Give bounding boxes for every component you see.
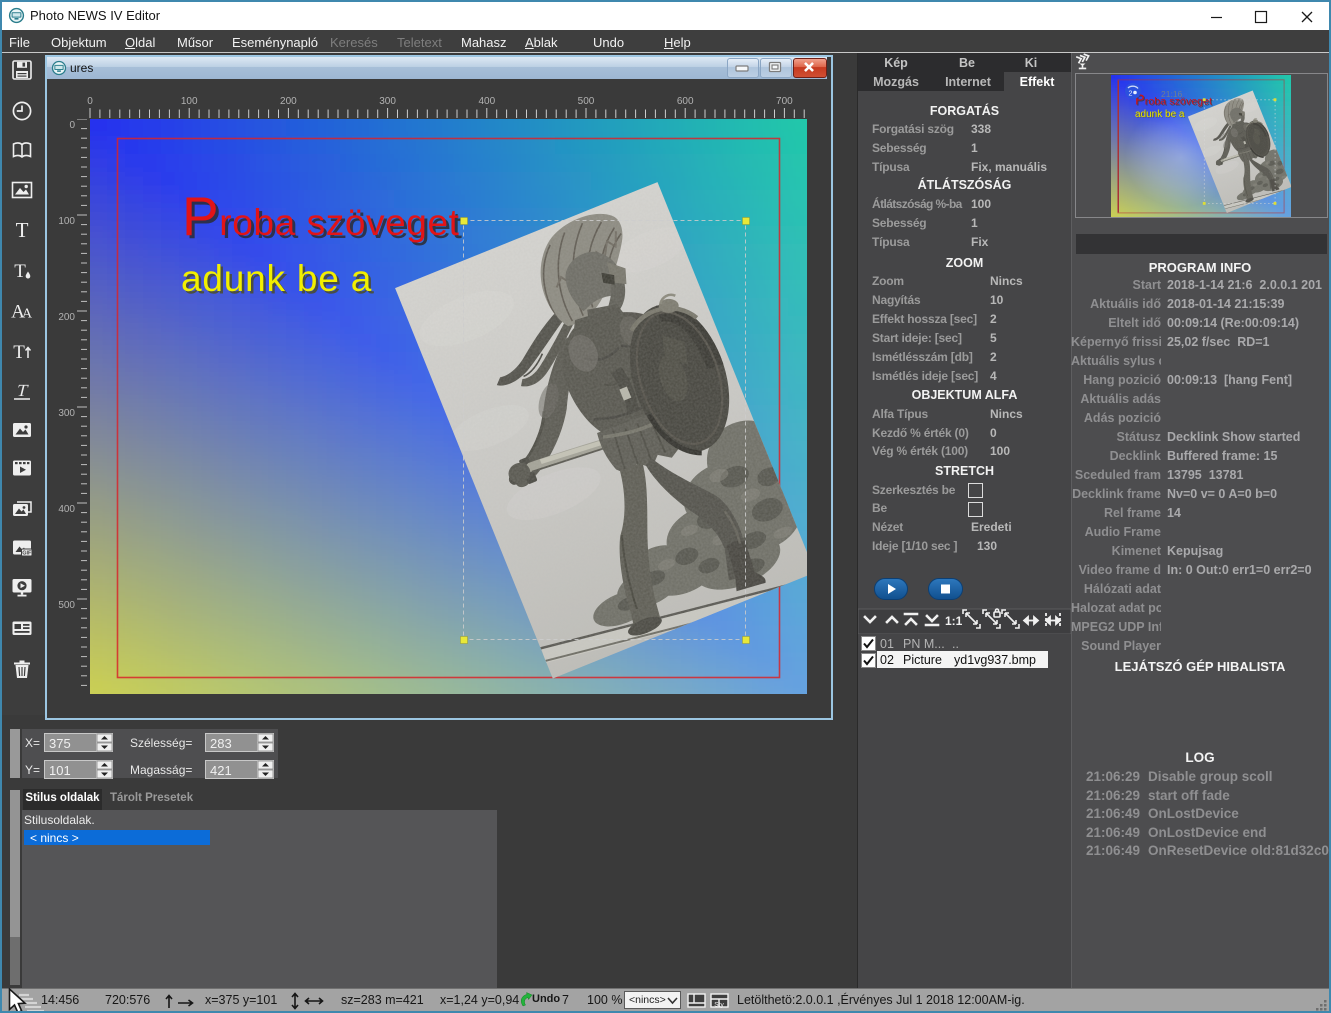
svg-text:GIF: GIF <box>22 551 32 557</box>
svg-text:600: 600 <box>677 96 694 107</box>
svg-text:T: T <box>16 219 29 241</box>
svg-text:A: A <box>22 307 33 322</box>
svg-text:400: 400 <box>58 504 75 515</box>
svg-text:2: 2 <box>1129 91 1133 98</box>
svg-text:500: 500 <box>578 96 595 107</box>
svg-text:500: 500 <box>58 600 75 611</box>
svg-text:0: 0 <box>87 96 93 107</box>
svg-text:adunk be a: adunk be a <box>181 258 372 299</box>
svg-text:100: 100 <box>58 216 75 227</box>
svg-text:adunk be a: adunk be a <box>1135 109 1185 120</box>
svg-text:400: 400 <box>478 96 495 107</box>
svg-text:300: 300 <box>379 96 396 107</box>
svg-text:Sty: Sty <box>714 1002 724 1009</box>
svg-text:1:1: 1:1 <box>945 614 963 628</box>
svg-text:700: 700 <box>776 96 793 107</box>
svg-text:200: 200 <box>58 312 75 323</box>
svg-text:T: T <box>15 381 30 400</box>
svg-text:100: 100 <box>181 96 198 107</box>
svg-text:T: T <box>13 342 25 362</box>
svg-text:21:16: 21:16 <box>1161 89 1183 99</box>
svg-text:300: 300 <box>58 408 75 419</box>
svg-text:0: 0 <box>69 120 75 131</box>
svg-text:200: 200 <box>280 96 297 107</box>
svg-text:T: T <box>14 261 26 281</box>
